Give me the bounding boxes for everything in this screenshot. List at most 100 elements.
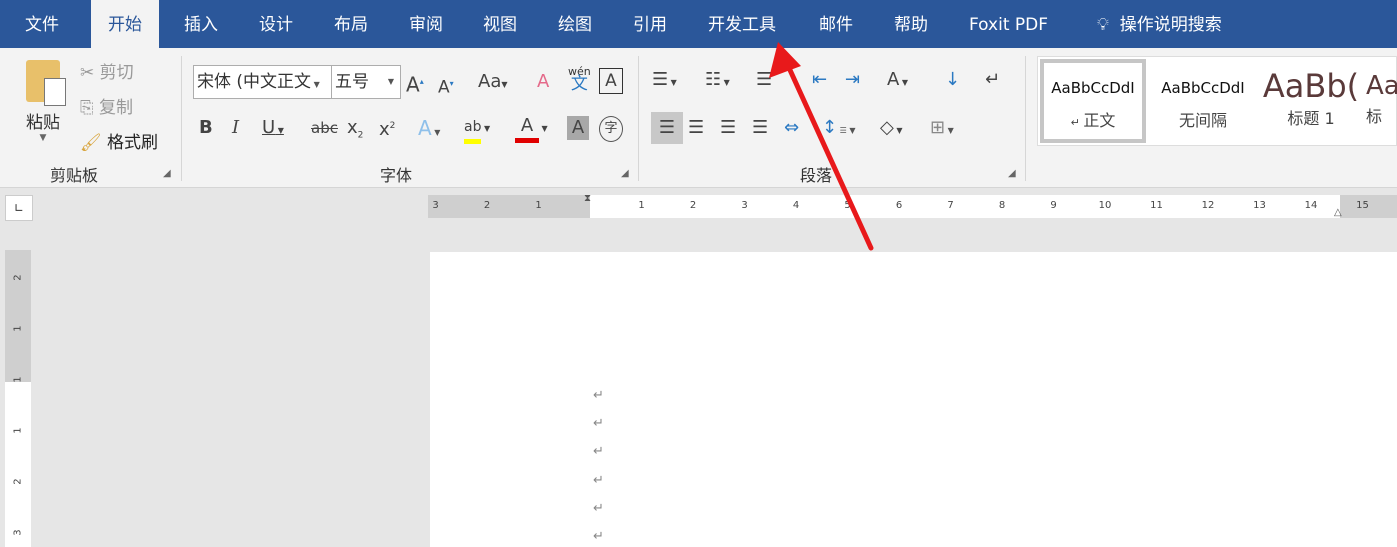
tab-view[interactable]: 视图	[466, 0, 534, 48]
tell-me-search[interactable]: 💡︎ 操作说明搜索	[1080, 0, 1239, 48]
grow-font-icon[interactable]: A▴	[406, 70, 424, 97]
ruler-number: 10	[1098, 200, 1112, 211]
superscript-icon[interactable]: x2	[379, 114, 395, 142]
ruler-number: 3	[432, 200, 439, 211]
sort-icon[interactable]: ↓	[945, 68, 960, 92]
ruler-number: 3	[741, 200, 748, 211]
tab-layout[interactable]: 布局	[317, 0, 385, 48]
clipboard-icon	[26, 60, 66, 106]
align-left-icon[interactable]: ☰	[651, 112, 683, 144]
subscript-icon[interactable]: x2	[347, 116, 363, 148]
align-center-icon[interactable]: ☰	[688, 116, 704, 140]
clipboard-group-label: 剪贴板	[50, 166, 99, 185]
indent-marker-icon[interactable]: ⧗	[584, 193, 591, 204]
shrink-font-icon[interactable]: A▾	[438, 72, 454, 100]
tell-me-label: 操作说明搜索	[1119, 15, 1222, 35]
tab-foxit-pdf[interactable]: Foxit PDF	[952, 0, 1065, 48]
change-case-button[interactable]: Aa▼	[478, 70, 508, 97]
ruler-number: 2	[12, 274, 24, 281]
paragraph-group-label: 段落	[800, 166, 833, 185]
paragraph-mark: ↵	[593, 388, 604, 403]
document-page[interactable]: ↵ ↵ ↵ ↵ ↵ ↵	[430, 252, 1397, 547]
align-right-icon[interactable]: ☰	[720, 116, 736, 140]
ruler-number: 1	[12, 427, 24, 434]
style-heading-2[interactable]: Aa 标	[1366, 59, 1397, 143]
tab-mailings[interactable]: 邮件	[802, 0, 870, 48]
phonetic-char: 文	[570, 74, 588, 94]
decrease-indent-icon[interactable]: ⇤	[812, 68, 827, 92]
tab-home[interactable]: 开始	[91, 0, 159, 48]
horizontal-ruler[interactable]: 3 2 1 1 2 3 4 5 6 7 8 9 10 11 12 13 14 15 ⧗ △	[428, 193, 1397, 218]
highlight-color-icon[interactable]: ab ▼	[464, 114, 490, 144]
vertical-ruler[interactable]: 2 1 1 1 2 3	[5, 250, 31, 547]
font-color-icon[interactable]: A ▼	[515, 114, 548, 143]
phonetic-guide-icon[interactable]: wén 文	[568, 66, 591, 94]
clear-formatting-icon[interactable]: A	[537, 70, 549, 94]
shading-icon[interactable]: ◇ ▼	[880, 116, 903, 143]
paste-button[interactable]: 粘贴 ▼	[18, 56, 68, 156]
copy-icon: ⎘	[80, 98, 94, 118]
style-no-spacing[interactable]: AaBbCcDdI 无间隔	[1150, 59, 1256, 143]
tab-references[interactable]: 引用	[616, 0, 684, 48]
ruler-number: 14	[1304, 200, 1318, 211]
format-painter-button[interactable]: 🖌︎ 格式刷	[80, 128, 158, 153]
paragraph-mark: ↵	[593, 529, 604, 544]
dialog-launcher-icon[interactable]: ◢	[1008, 168, 1016, 179]
ruler-number: 3	[12, 529, 24, 536]
tab-developer[interactable]: 开发工具	[691, 0, 793, 48]
character-border-icon[interactable]: A	[599, 68, 623, 94]
dialog-launcher-icon[interactable]: ◢	[163, 168, 171, 179]
ruler-number: 12	[1201, 200, 1215, 211]
copy-label: 复制	[99, 98, 134, 118]
underline-icon[interactable]: U ▼	[262, 116, 284, 143]
tab-selector-button[interactable]: ∟	[5, 195, 33, 221]
ruler-number: 2	[483, 200, 491, 211]
enclose-characters-icon[interactable]: 字	[599, 116, 623, 142]
ruler-number: 1	[535, 200, 542, 211]
bold-icon[interactable]: B	[199, 116, 213, 140]
dialog-launcher-icon[interactable]: ◢	[621, 168, 629, 179]
tab-help[interactable]: 帮助	[877, 0, 945, 48]
chevron-down-icon: ▼	[39, 133, 47, 143]
right-indent-marker-icon[interactable]: △	[1334, 207, 1342, 218]
character-shading-icon[interactable]: A	[567, 116, 589, 140]
strikethrough-icon[interactable]: abc	[311, 116, 338, 140]
justify-icon[interactable]: ☰	[752, 116, 768, 140]
borders-icon[interactable]: ⊞ ▼	[930, 116, 954, 143]
paintbrush-icon: 🖌︎	[80, 133, 102, 153]
ruler-number: 11	[1150, 200, 1163, 211]
show-marks-icon[interactable]: ↵	[985, 68, 1000, 92]
asian-layout-icon[interactable]: A ▼	[887, 68, 908, 95]
tab-insert[interactable]: 插入	[167, 0, 235, 48]
style-preview: AaBbCcDdI	[1161, 79, 1245, 97]
distributed-icon[interactable]: ⇔	[784, 116, 799, 140]
lightbulb-icon: 💡︎	[1097, 15, 1109, 35]
line-spacing-icon[interactable]: ↕ ☰ ▼	[822, 116, 856, 143]
copy-button[interactable]: ⎘ 复制	[80, 93, 133, 118]
paragraph-mark: ↵	[593, 416, 604, 431]
tab-design[interactable]: 设计	[242, 0, 310, 48]
font-name-value: 宋体 (中文正文	[197, 72, 312, 92]
style-normal[interactable]: AaBbCcDdI ↵ 正文	[1040, 59, 1146, 143]
increase-indent-icon[interactable]: ⇥	[845, 68, 860, 92]
ruler-number: 4	[792, 200, 800, 211]
text-effects-icon[interactable]: A ▼	[418, 116, 440, 145]
font-name-select[interactable]: 宋体 (中文正文 ▼	[193, 65, 332, 99]
numbering-icon[interactable]: ☷ ▼	[705, 68, 730, 95]
font-group-label: 字体	[380, 166, 413, 185]
tab-draw[interactable]: 绘图	[541, 0, 609, 48]
italic-icon[interactable]: I	[232, 116, 239, 140]
tab-file[interactable]: 文件	[8, 0, 76, 48]
tab-review[interactable]: 审阅	[392, 0, 460, 48]
style-heading-1[interactable]: AaBb(标题 1	[1258, 59, 1364, 143]
font-size-select[interactable]: 五号 ▼	[331, 65, 401, 99]
bullets-icon[interactable]: ☰ ▼	[652, 68, 677, 95]
style-preview: AaBbCcDdI	[1051, 79, 1135, 97]
ruler-number: 2	[689, 200, 697, 211]
ruler-number: 15	[1356, 200, 1369, 211]
ruler-number: 9	[1050, 200, 1057, 211]
multilevel-list-icon[interactable]: ☰	[756, 68, 772, 92]
cut-button[interactable]: ✂ 剪切	[80, 58, 134, 83]
paragraph-mark: ↵	[593, 473, 604, 488]
style-preview: AaBb(	[1262, 67, 1360, 105]
